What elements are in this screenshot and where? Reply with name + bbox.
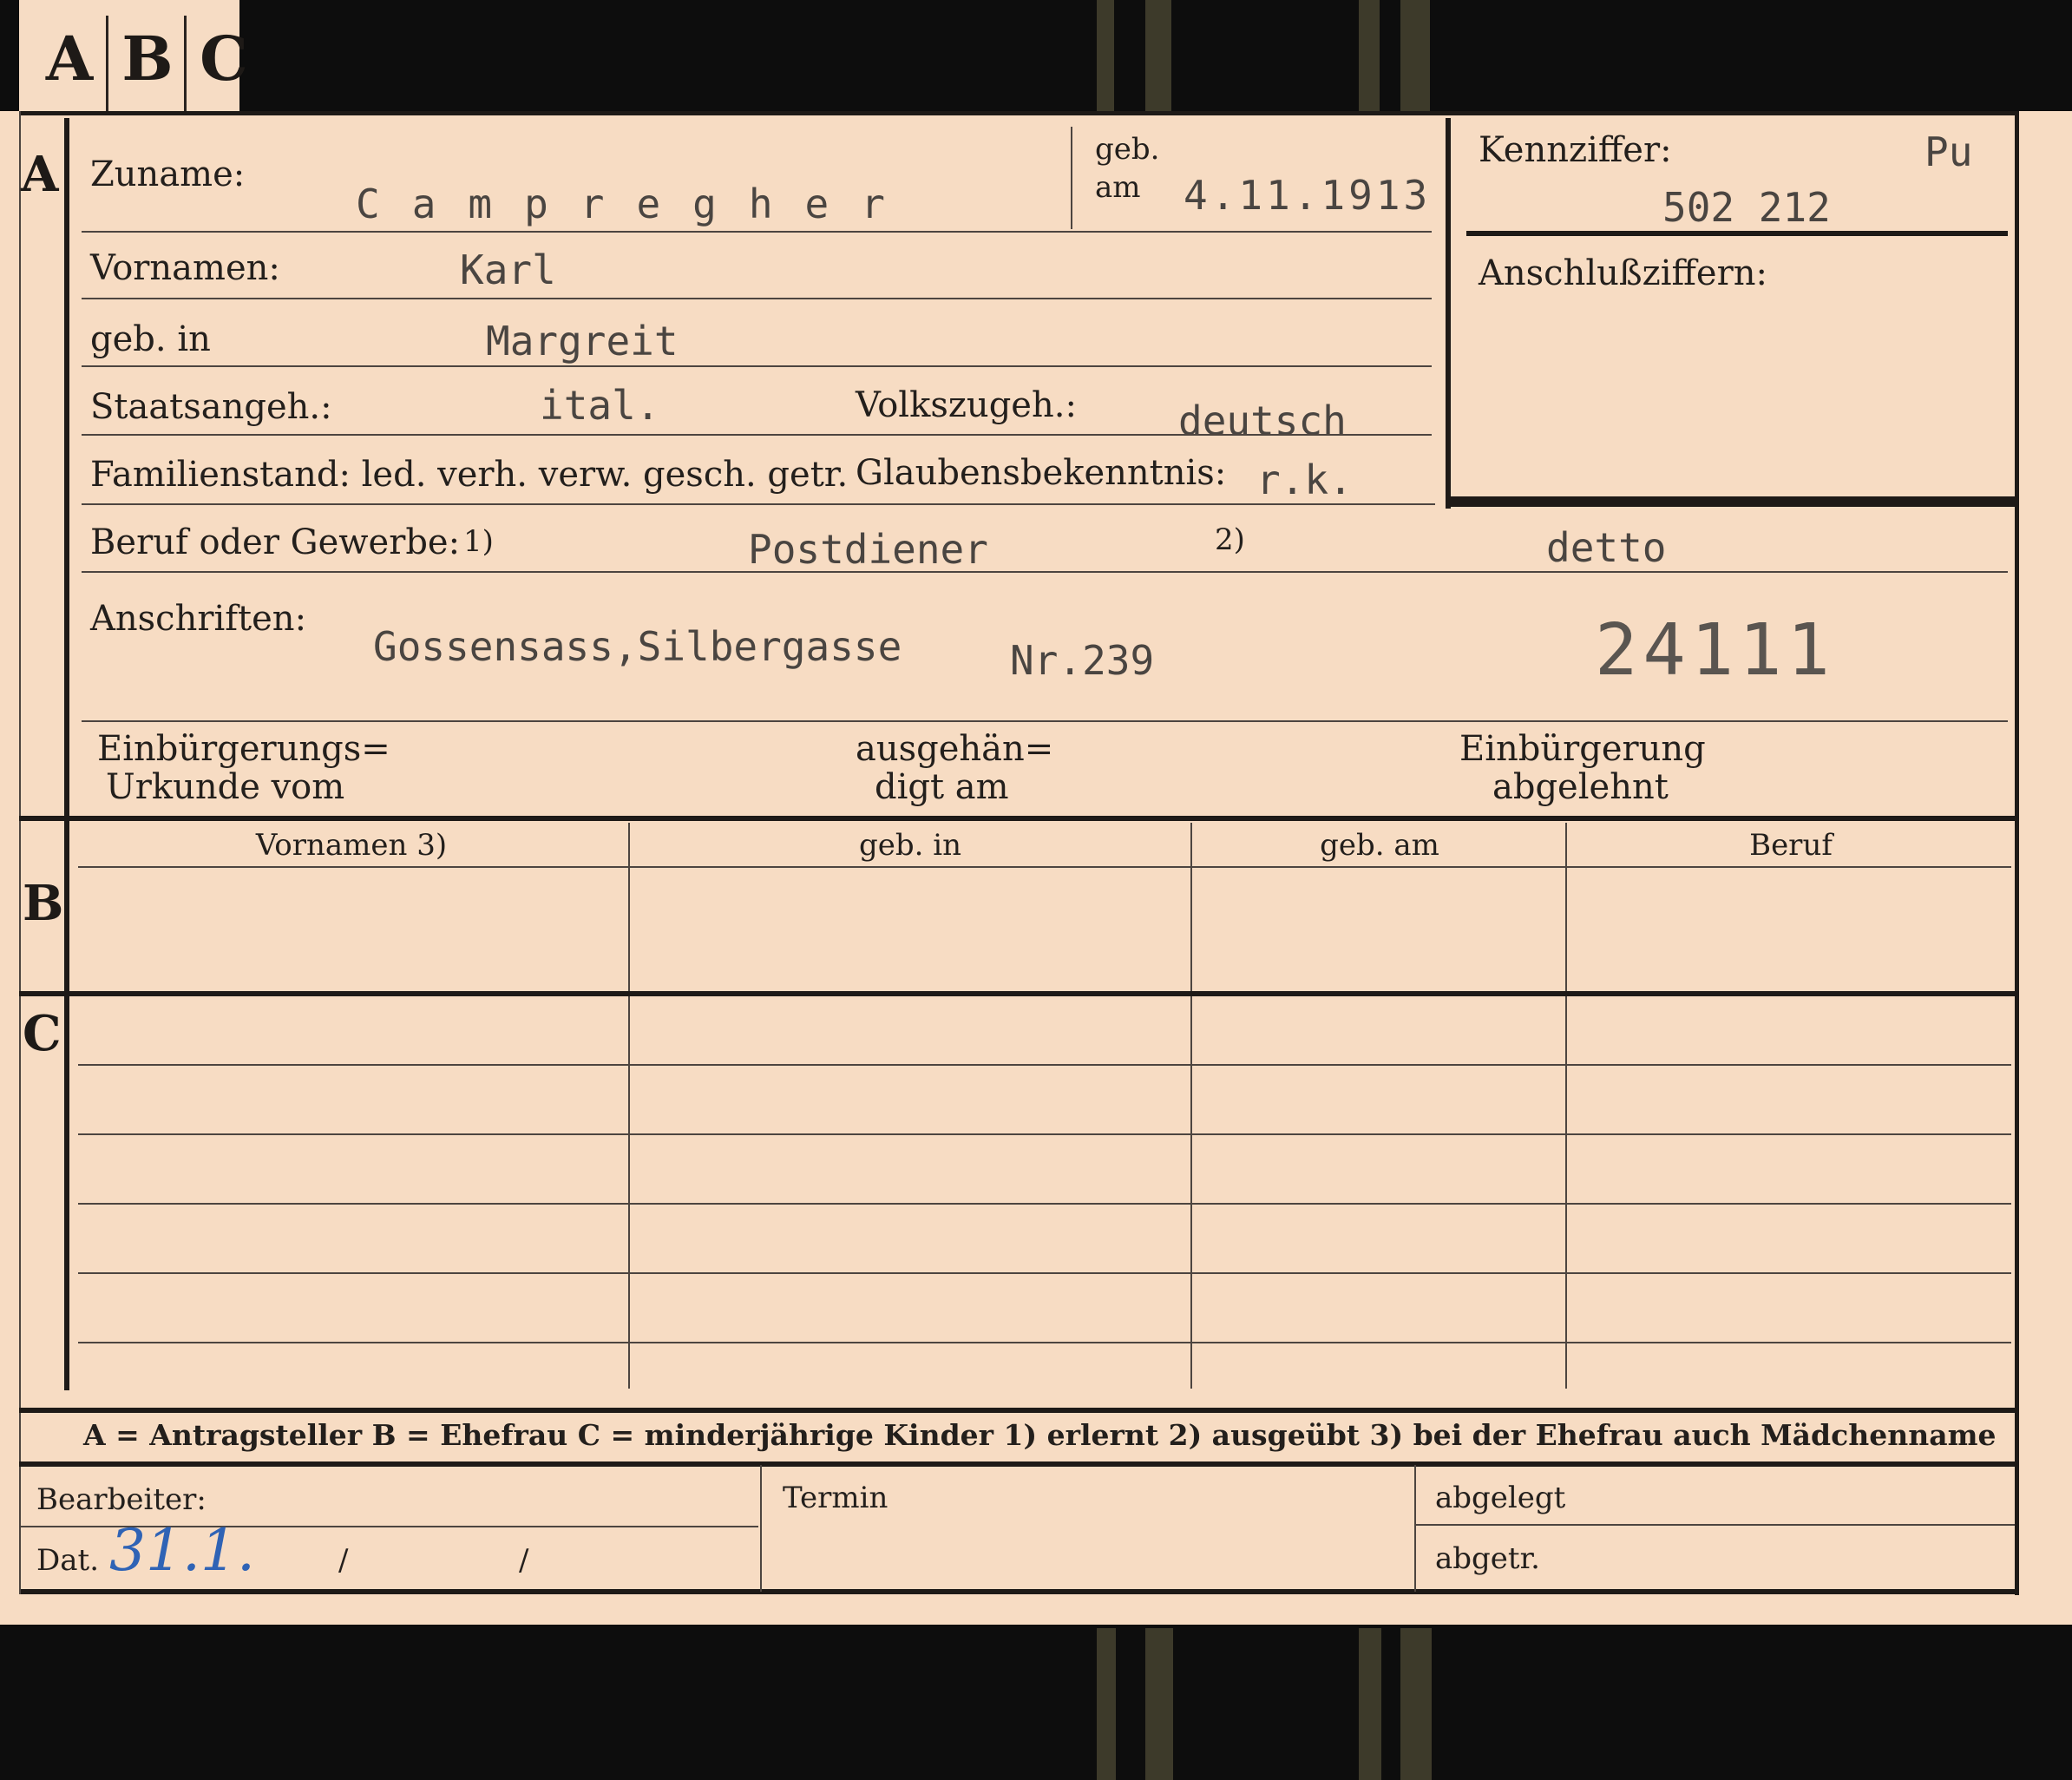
row-line xyxy=(82,434,1432,436)
reference-box-bottom xyxy=(1446,496,2015,507)
naturalization-denied-label-2: abgelehnt xyxy=(1492,767,1669,807)
column-header-occupation: Beruf xyxy=(1749,828,1833,863)
index-tab: A B C xyxy=(19,0,248,116)
ethnicity-label: Volkszugeh.: xyxy=(856,385,1077,425)
tab-divider xyxy=(106,16,108,111)
column-header-birthdate: geb. am xyxy=(1320,828,1439,863)
clerk-label: Bearbeiter: xyxy=(36,1482,207,1517)
column-divider xyxy=(1190,998,1192,1389)
column-divider xyxy=(1565,998,1567,1389)
tab-letter-c: C xyxy=(200,23,248,95)
born-on-label-2: am xyxy=(1095,170,1141,205)
card-bottom-border xyxy=(19,1589,2019,1594)
birth-date-value: 4.11.1913 xyxy=(1184,172,1432,219)
citizenship-label: Staatsangeh.: xyxy=(90,387,332,427)
occupation-learned-value: Postdiener xyxy=(748,526,988,573)
film-strip xyxy=(1145,0,1171,111)
date-slash-1: / xyxy=(338,1543,349,1578)
handwritten-date: 31.1. xyxy=(109,1517,255,1584)
code-value: 502 212 xyxy=(1662,184,1831,231)
date-label: Dat. xyxy=(36,1543,100,1578)
surname-label: Zuname: xyxy=(90,154,246,194)
marital-status-label: Familienstand: led. verh. verw. gesch. g… xyxy=(90,455,849,495)
children-row-line xyxy=(78,1064,2011,1066)
legend-bottom-line xyxy=(19,1461,2015,1467)
deadline-label: Termin xyxy=(783,1481,888,1515)
footer-line xyxy=(1416,1524,2015,1526)
film-strip xyxy=(1400,1628,1432,1780)
religion-value: r.k. xyxy=(1256,456,1353,503)
section-c-rule xyxy=(64,996,69,1390)
code-prefix: Pu xyxy=(1924,128,1973,175)
section-b-marker: B xyxy=(23,875,64,932)
children-row-line xyxy=(78,1133,2011,1135)
film-strip xyxy=(1359,1628,1381,1780)
row-line xyxy=(82,720,2008,722)
row-line xyxy=(82,571,2008,573)
section-a-marker: A xyxy=(21,146,59,203)
linked-codes-label: Anschlußziffern: xyxy=(1479,253,1767,293)
film-strip xyxy=(1359,0,1380,111)
born-on-label-1: geb. xyxy=(1095,132,1160,167)
footer-divider xyxy=(1414,1465,1416,1592)
film-strip xyxy=(1097,0,1114,111)
citizenship-value: ital. xyxy=(540,382,660,429)
column-header-first-names: Vornamen 3) xyxy=(255,828,448,863)
tab-divider xyxy=(184,16,187,111)
naturalization-denied-label-1: Einbürgerung xyxy=(1459,729,1706,769)
row-line xyxy=(82,503,1435,505)
footnote-2-marker: 2) xyxy=(1215,522,1245,557)
header-line xyxy=(78,866,2011,868)
row-line xyxy=(82,231,1432,233)
section-a-rule xyxy=(64,118,69,925)
card-right-border xyxy=(2015,111,2019,1595)
naturalization-doc-label-1: Einbürgerungs= xyxy=(97,729,390,769)
surname-value: Campregher xyxy=(356,181,917,227)
birthplace-label: geb. in xyxy=(90,319,211,359)
filed-label: abgelegt xyxy=(1435,1481,1566,1515)
card-left-border xyxy=(19,111,21,1594)
ethnicity-value: deutsch xyxy=(1178,397,1347,444)
code-underline xyxy=(1466,231,2008,236)
naturalization-doc-label-2: Urkunde vom xyxy=(106,767,345,807)
card-top-border xyxy=(19,111,2015,115)
registration-card: A Zuname: Campregher geb. am 4.11.1913 V… xyxy=(0,111,2072,1625)
code-label: Kennziffer: xyxy=(1479,130,1672,170)
occupation-label: Beruf oder Gewerbe: xyxy=(90,522,461,562)
stamped-number: 24111 xyxy=(1595,609,1835,692)
legend-text: A = Antragsteller B = Ehefrau C = minder… xyxy=(83,1418,1997,1452)
occupation-practiced-value: detto xyxy=(1546,524,1667,571)
film-strip xyxy=(1145,1628,1173,1780)
birthplace-value: Margreit xyxy=(486,318,679,365)
film-strip xyxy=(1400,0,1430,111)
surname-divider xyxy=(1071,127,1072,229)
footer-divider xyxy=(760,1465,762,1592)
handed-over-label-2: digt am xyxy=(875,767,1009,807)
address-value: Gossensass,Silbergasse xyxy=(373,623,902,670)
film-strip xyxy=(1097,1628,1116,1780)
reference-box-left xyxy=(1446,118,1451,509)
address-label: Anschriften: xyxy=(90,599,307,639)
row-line xyxy=(82,365,1432,367)
first-names-label: Vornamen: xyxy=(90,248,280,288)
row-line xyxy=(82,298,1432,299)
sent-label: abgetr. xyxy=(1435,1541,1540,1576)
address-number: Nr.239 xyxy=(1010,637,1155,684)
first-names-value: Karl xyxy=(460,246,556,293)
children-row-line xyxy=(78,1272,2011,1274)
tab-letter-b: B xyxy=(121,23,174,95)
column-header-birthplace: geb. in xyxy=(858,828,962,863)
column-divider xyxy=(628,998,630,1389)
section-separator xyxy=(19,991,2015,996)
handed-over-label-1: ausgehän= xyxy=(856,729,1054,769)
legend-top-line xyxy=(19,1408,2015,1413)
section-separator xyxy=(19,816,2015,821)
section-c-marker: C xyxy=(23,1005,62,1062)
children-row-line xyxy=(78,1342,2011,1343)
footnote-1-marker: 1) xyxy=(463,524,494,559)
religion-label: Glaubensbekenntnis: xyxy=(856,453,1227,493)
tab-letter-a: A xyxy=(45,23,94,95)
date-slash-2: / xyxy=(519,1543,529,1578)
children-row-line xyxy=(78,1203,2011,1205)
